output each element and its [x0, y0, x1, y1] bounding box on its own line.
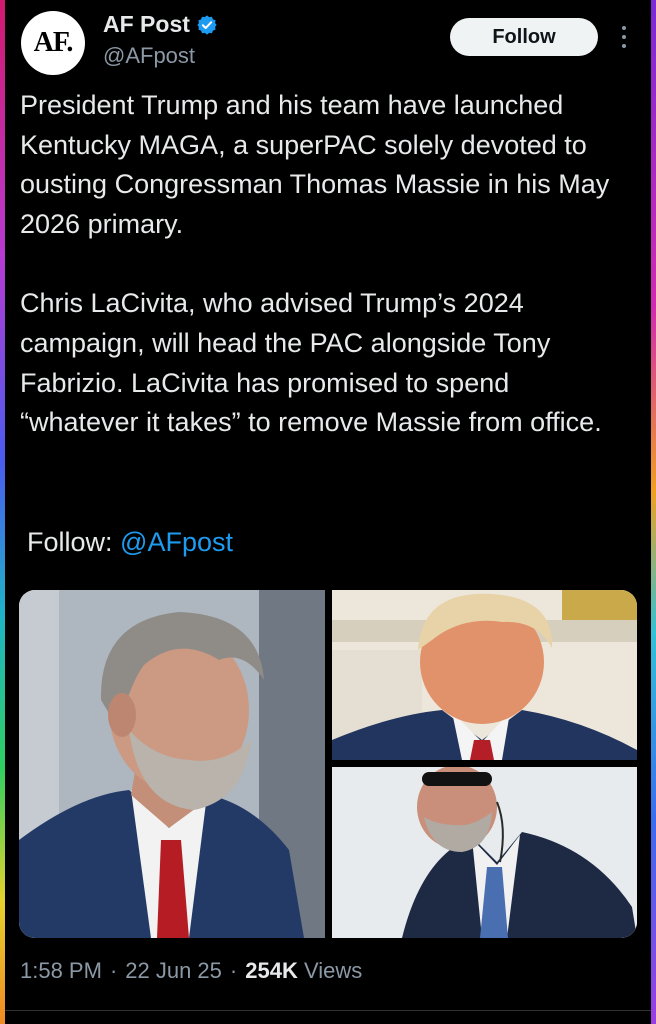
tweet-date[interactable]: 22 Jun 25 [125, 958, 222, 984]
tweet-card: AF. AF Post @AFpost Follow President Tru… [5, 0, 651, 1024]
photo-man-sunglasses[interactable] [332, 767, 637, 938]
separator: · [229, 958, 238, 983]
photo-trump[interactable] [332, 590, 637, 760]
right-edge-gradient [651, 0, 656, 1024]
media-grid [19, 590, 637, 938]
follow-line: Follow: @AFpost [27, 522, 233, 562]
follow-button[interactable]: Follow [450, 18, 598, 56]
views-count: 254K [245, 958, 298, 983]
follow-prefix: Follow: [27, 527, 121, 557]
tweet-paragraph-1: President Trump and his team have launch… [20, 90, 610, 239]
mention-link[interactable]: @AFpost [120, 527, 233, 557]
tweet-metadata: 1:58 PM · 22 Jun 25 · 254K Views [20, 958, 362, 984]
avatar-logo-text: AF. [33, 27, 74, 58]
author-name-row: AF Post [103, 11, 218, 38]
tweet-time[interactable]: 1:58 PM [20, 958, 102, 984]
tweet-text: President Trump and his team have launch… [20, 86, 635, 443]
more-options-icon[interactable] [615, 22, 633, 52]
author-handle[interactable]: @AFpost [103, 43, 195, 69]
divider [5, 1010, 651, 1011]
tweet-paragraph-2: Chris LaCivita, who advised Trump’s 2024… [20, 288, 602, 438]
author-display-name[interactable]: AF Post [103, 11, 190, 38]
avatar[interactable]: AF. [21, 11, 85, 75]
photo-bearded-man-suit[interactable] [19, 590, 325, 938]
verified-badge-icon [197, 14, 217, 35]
views-label: Views [303, 958, 363, 983]
separator: · [109, 958, 118, 983]
